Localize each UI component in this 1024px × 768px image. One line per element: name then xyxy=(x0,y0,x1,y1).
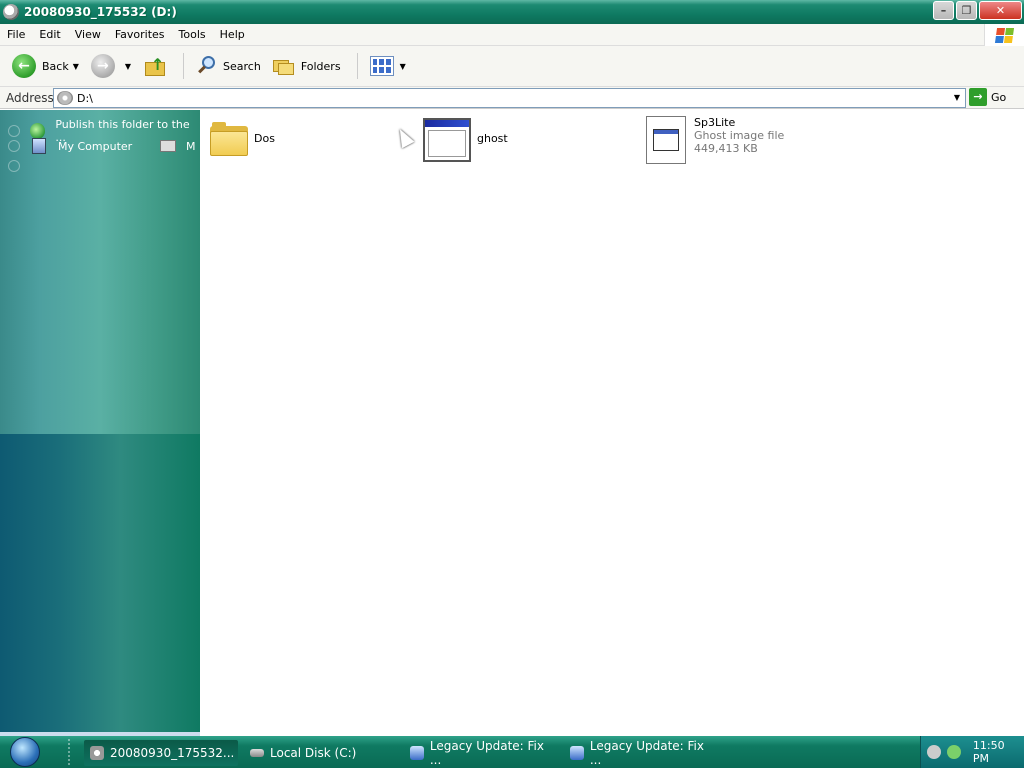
address-value: D:\ xyxy=(77,91,93,105)
toolbar: ← Back ▼ → ▼ ↑ Search Folders ▼ xyxy=(0,46,1024,87)
task-local-disk[interactable]: Local Disk (C:) xyxy=(244,740,398,766)
back-label: Back xyxy=(42,59,69,73)
task-label: Legacy Update: Fix ... xyxy=(429,739,544,767)
toolbar-separator xyxy=(356,53,358,79)
file-name: ghost xyxy=(477,132,508,145)
forward-dropdown-icon[interactable]: ▼ xyxy=(125,62,131,71)
application-icon xyxy=(423,118,471,162)
drive-icon xyxy=(57,91,73,105)
globe-icon xyxy=(29,123,46,139)
file-name: Sp3Lite xyxy=(694,116,736,129)
search-button[interactable]: Search xyxy=(192,50,265,82)
hard-disk-icon xyxy=(250,749,264,757)
views-dropdown-icon[interactable]: ▼ xyxy=(400,62,406,71)
start-button[interactable] xyxy=(0,736,40,768)
go-arrow-icon: → xyxy=(969,88,987,106)
menu-help[interactable]: Help xyxy=(213,28,252,41)
go-button[interactable]: → Go xyxy=(969,88,1006,106)
task-explorer-d[interactable]: 20080930_175532... xyxy=(84,740,238,766)
minimize-button[interactable]: – xyxy=(933,1,954,20)
back-dropdown-icon[interactable]: ▼ xyxy=(73,62,79,71)
forward-button[interactable]: → ▼ xyxy=(87,50,135,82)
task-label: 20080930_175532... xyxy=(110,746,235,760)
up-button[interactable]: ↑ xyxy=(139,50,171,82)
menu-edit[interactable]: Edit xyxy=(32,28,67,41)
restore-button[interactable]: ❐ xyxy=(956,1,977,20)
address-input[interactable]: D:\ ▼ xyxy=(53,88,966,108)
task-pane-lower xyxy=(0,434,200,732)
folders-label: Folders xyxy=(300,59,341,73)
forward-arrow-icon: → xyxy=(90,54,115,78)
folders-icon xyxy=(272,57,295,75)
close-button[interactable]: ✕ xyxy=(979,1,1022,20)
task-pane: Publish this folder to the ... My Comput… xyxy=(0,110,200,736)
browser-icon xyxy=(410,746,424,760)
folder-icon xyxy=(210,122,248,156)
browser-icon xyxy=(570,746,584,760)
windows-logo-icon xyxy=(984,24,1024,46)
menu-file[interactable]: File xyxy=(0,28,32,41)
bullet-icon xyxy=(8,140,20,152)
file-size: 449,413 KB xyxy=(694,142,758,155)
truncated-item-label: M xyxy=(186,139,196,153)
my-computer-link[interactable]: My Computer M xyxy=(0,138,200,154)
address-dropdown-icon[interactable]: ▼ xyxy=(949,89,965,107)
back-button[interactable]: ← Back ▼ xyxy=(8,50,83,82)
bullet-icon xyxy=(8,160,20,172)
pane-bullet-row xyxy=(0,160,30,172)
file-item-sp3lite[interactable]: Sp3Lite Ghost image file 449,413 KB xyxy=(646,116,784,164)
clock[interactable]: 11:50 PM xyxy=(973,739,1024,765)
toolbar-separator xyxy=(183,53,185,79)
search-label: Search xyxy=(223,59,261,73)
system-tray: 11:50 PM xyxy=(920,736,1024,768)
windows-orb-icon xyxy=(10,737,40,767)
go-label: Go xyxy=(991,90,1007,104)
file-item-dos[interactable]: Dos xyxy=(210,122,275,156)
folder-up-icon: ↑ xyxy=(143,54,167,78)
views-icon xyxy=(369,56,394,76)
drive-icon xyxy=(90,746,104,760)
ghost-image-file-icon xyxy=(646,116,686,164)
window-title: 20080930_175532 (D:) xyxy=(24,5,177,19)
task-legacy-update-1[interactable]: Legacy Update: Fix ... xyxy=(404,739,558,767)
security-icon[interactable] xyxy=(946,745,961,759)
task-label: Local Disk (C:) xyxy=(270,746,357,760)
file-type: Ghost image file xyxy=(694,129,785,142)
menu-favorites[interactable]: Favorites xyxy=(108,28,172,41)
volume-icon[interactable] xyxy=(927,745,941,759)
menu-view[interactable]: View xyxy=(68,28,108,41)
bullet-icon xyxy=(8,125,20,137)
menu-bar: File Edit View Favorites Tools Help xyxy=(0,24,1024,46)
address-bar: Address D:\ ▼ → Go xyxy=(0,87,1024,109)
my-computer-label: My Computer xyxy=(58,139,133,153)
file-list: Dos ghost Sp3Lite Ghost image file 449,4… xyxy=(200,110,1024,736)
folders-button[interactable]: Folders xyxy=(269,50,345,82)
printer-icon xyxy=(160,140,176,152)
title-bar[interactable]: 20080930_175532 (D:) – ❐ ✕ xyxy=(0,0,1024,24)
taskbar: 20080930_175532... Local Disk (C:) Legac… xyxy=(0,736,1024,768)
search-icon xyxy=(196,55,218,77)
back-arrow-icon: ← xyxy=(12,54,36,78)
file-item-ghost[interactable]: ghost xyxy=(423,118,508,162)
task-label: Legacy Update: Fix ... xyxy=(589,739,704,767)
window-controls: – ❐ ✕ xyxy=(933,1,1022,20)
views-button[interactable]: ▼ xyxy=(366,50,410,82)
computer-icon xyxy=(32,138,46,154)
address-label: Address xyxy=(6,90,54,105)
drive-icon xyxy=(3,4,19,20)
taskbar-grip xyxy=(68,739,74,765)
menu-tools[interactable]: Tools xyxy=(172,28,213,41)
task-legacy-update-2[interactable]: Legacy Update: Fix ... xyxy=(564,739,718,767)
file-name: Dos xyxy=(254,132,275,145)
